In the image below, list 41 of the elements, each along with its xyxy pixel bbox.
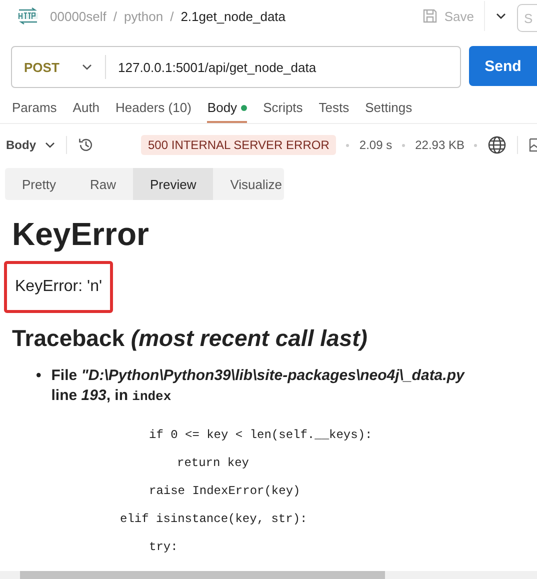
request-tab[interactable]: Scripts [263,100,303,123]
image-icon[interactable] [528,137,537,153]
request-name: 2.1get_node_data [180,8,286,24]
view-tab[interactable]: Visualize [213,168,300,200]
code-line: if 0 <= key < len(self.__keys): [149,427,372,444]
traceback-heading: Traceback (most recent call last) [12,325,368,352]
request-tab[interactable]: Settings [365,100,412,123]
view-tab[interactable]: Preview [132,168,214,200]
horizontal-scrollbar[interactable] [0,571,537,579]
http-icon [16,7,40,25]
list-bullet: • [36,366,42,386]
code-line: try: [149,539,178,556]
separator-dot [474,144,478,146]
code-line: return key [177,455,250,472]
send-button[interactable]: Send [469,46,537,86]
request-tab[interactable]: Headers (10) [116,100,192,123]
response-size: 22.93 KB [415,138,464,152]
globe-icon[interactable] [487,135,508,155]
traceback-file: File "D:\Python\Python39\lib\site-packages\neo4j\_data.py [51,366,464,386]
error-title: KeyError [12,216,150,253]
request-tab[interactable]: Tests [318,100,350,123]
history-icon[interactable] [77,136,95,154]
breadcrumb-separator: / [113,8,118,24]
request-tab[interactable]: Auth [72,100,100,123]
request-tab[interactable]: Body [207,100,248,123]
separator-dot [402,144,406,146]
url-input[interactable]: 127.0.0.1:5001/api/get_node_data [106,58,460,76]
status-badge: 500 INTERNAL SERVER ERROR [141,135,336,155]
body-dropdown[interactable]: Body [6,138,56,152]
code-line: raise IndexError(key) [149,483,300,500]
request-tab[interactable]: Params [12,100,57,123]
error-message: KeyError: 'n' [4,261,114,313]
method-dropdown[interactable]: POST [12,47,105,87]
url-bar[interactable]: POST 127.0.0.1:5001/api/get_node_data [11,46,461,88]
code-line: elif isinstance(key, str): [120,511,308,528]
response-time: 2.09 s [359,138,392,152]
view-tab[interactable]: Pretty [5,168,73,200]
breadcrumb-separator: / [170,8,174,24]
view-tab[interactable]: Raw [72,168,133,200]
traceback-line: line 193, in index [51,386,172,406]
separator-dot [346,144,350,146]
